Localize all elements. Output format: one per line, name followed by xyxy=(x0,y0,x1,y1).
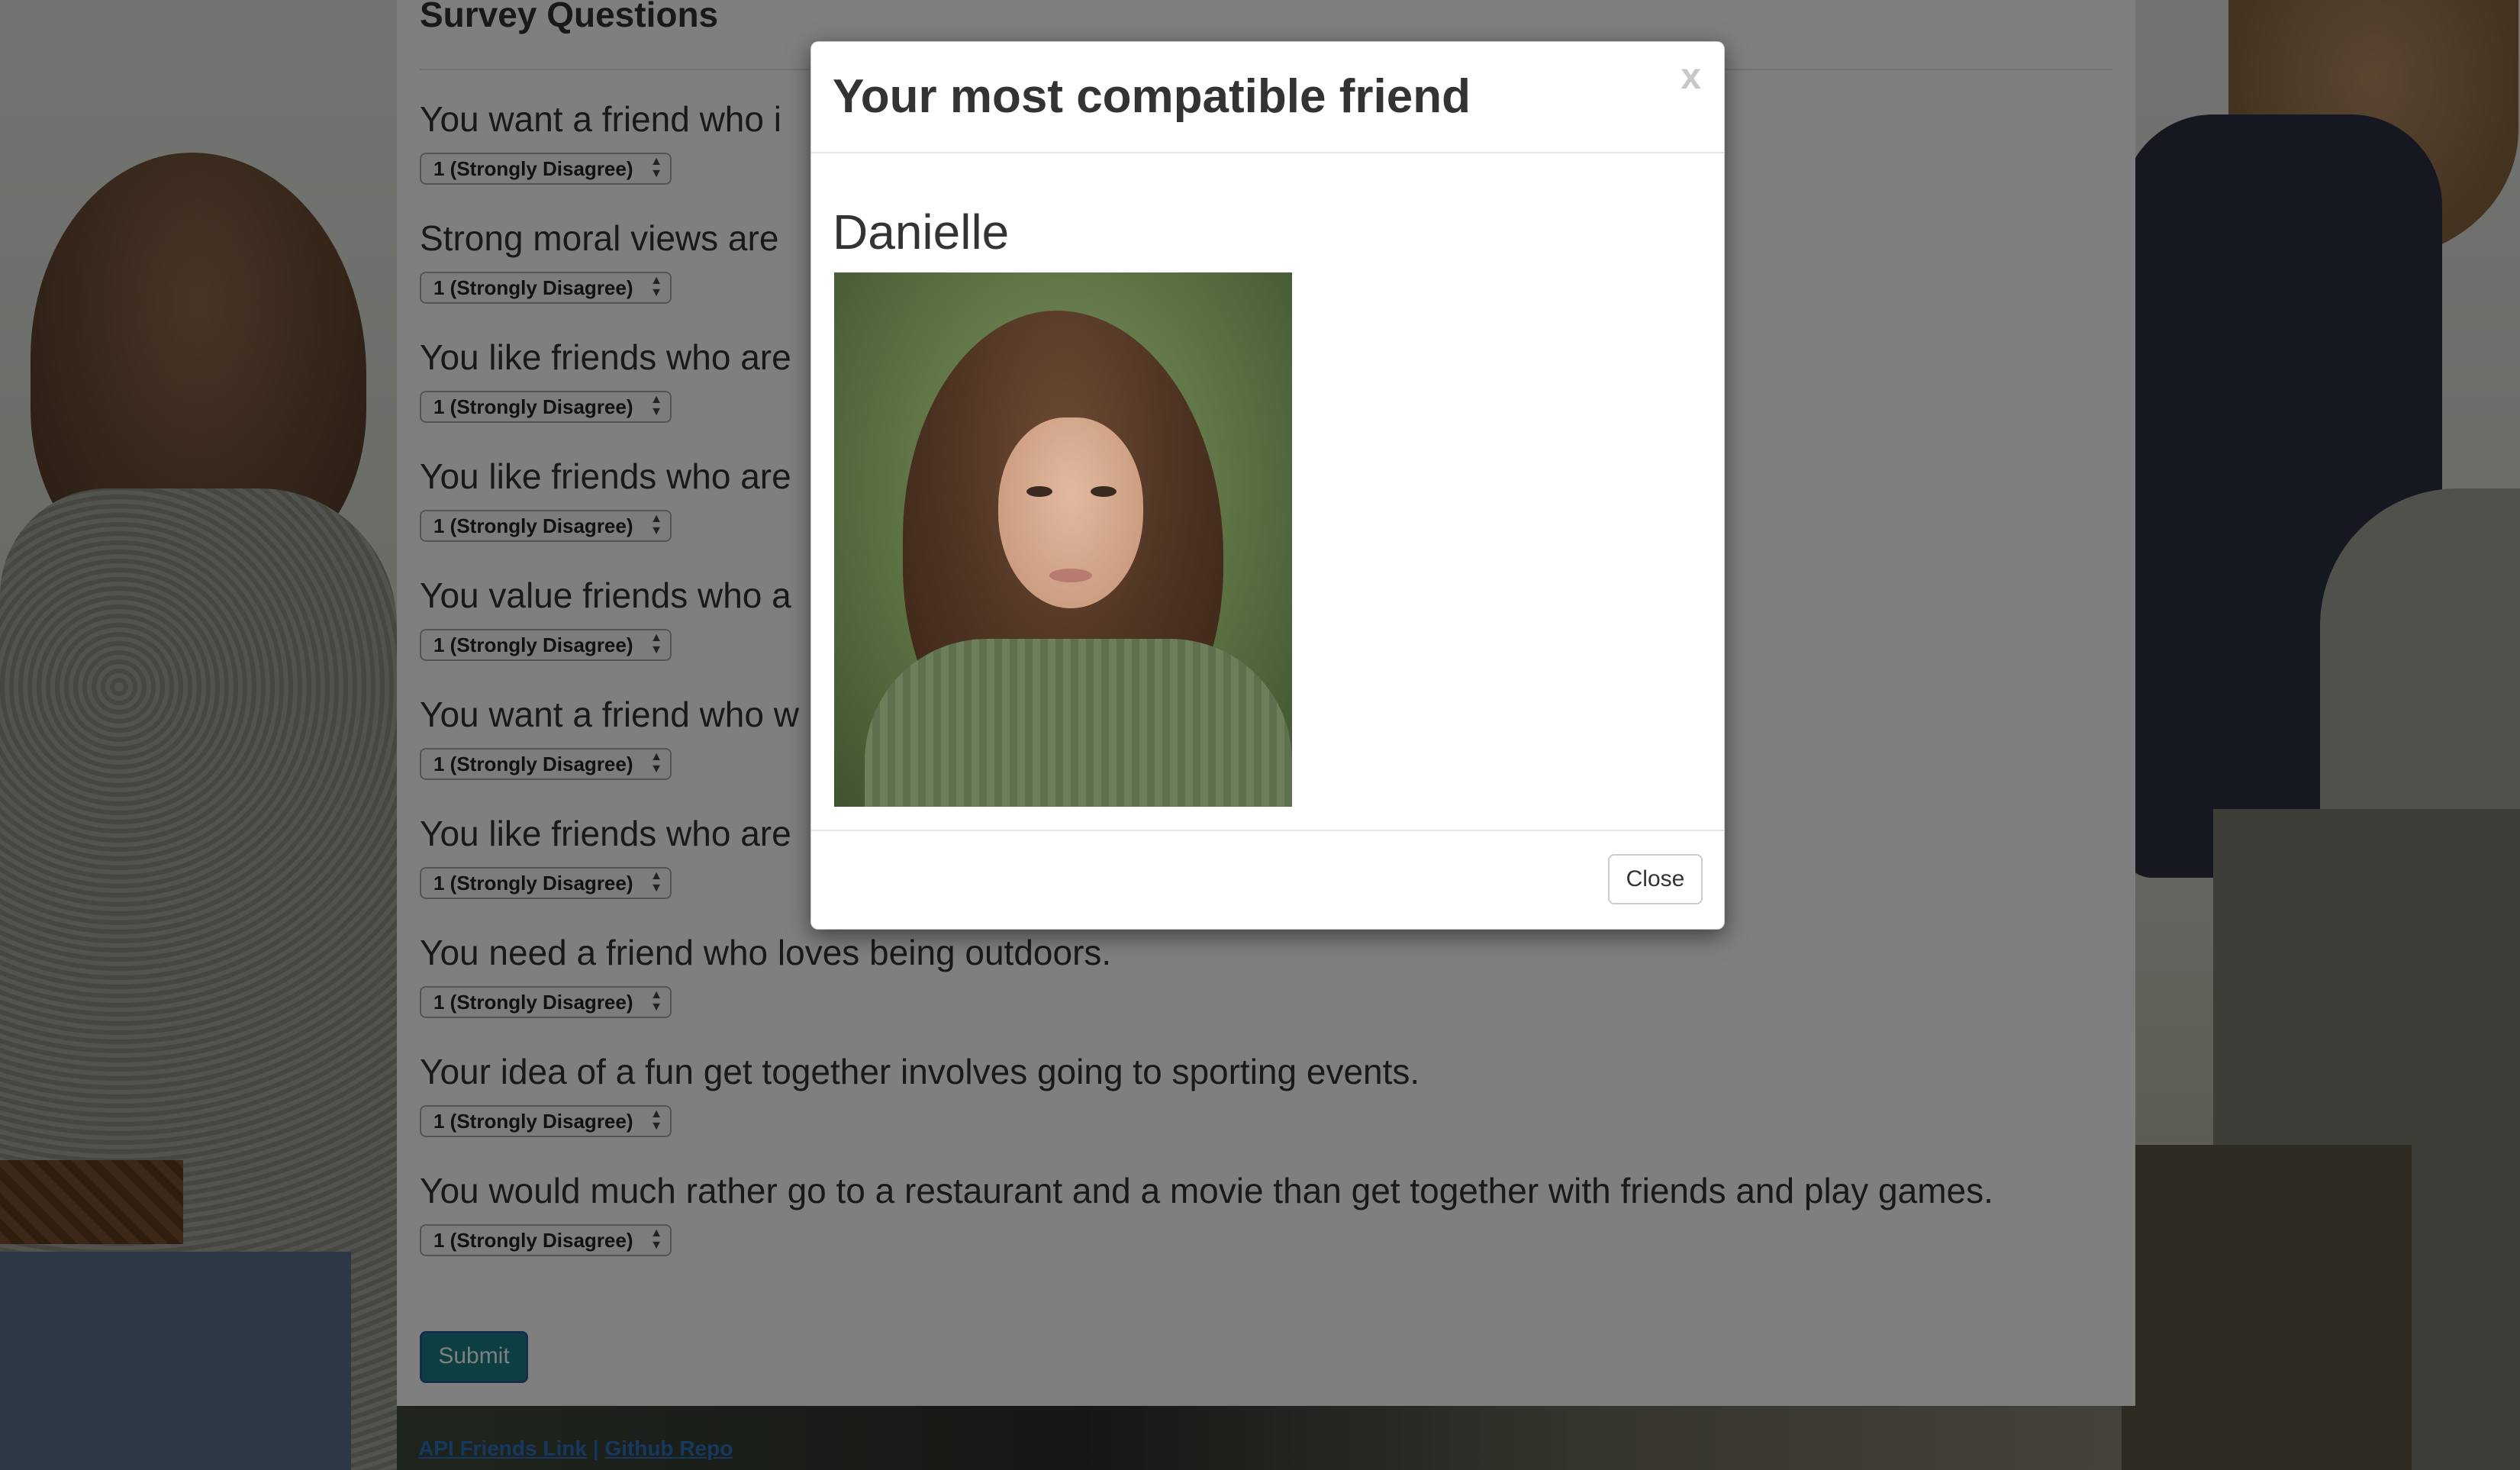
photo-eye xyxy=(1091,486,1117,497)
close-button[interactable]: Close xyxy=(1608,854,1703,904)
photo-sweater xyxy=(865,639,1292,807)
friend-photo xyxy=(834,272,1292,807)
modal-header: Your most compatible friend x xyxy=(811,42,1724,153)
match-modal: Your most compatible friend x Danielle C… xyxy=(810,41,1725,930)
modal-title: Your most compatible friend xyxy=(833,70,1471,123)
modal-footer: Close xyxy=(811,830,1724,929)
photo-lips xyxy=(1049,569,1092,582)
photo-eye xyxy=(1026,486,1052,497)
close-icon[interactable]: x xyxy=(1681,56,1701,98)
friend-name: Danielle xyxy=(833,205,1010,260)
